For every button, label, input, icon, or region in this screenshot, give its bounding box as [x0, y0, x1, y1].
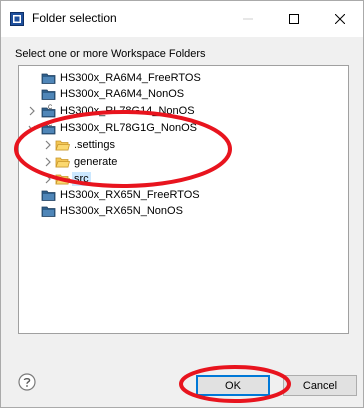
tree-item-label: .settings: [74, 139, 115, 151]
tree-item-label: generate: [74, 156, 118, 168]
minimize-icon: [243, 18, 253, 20]
project-folder-icon: [41, 206, 56, 217]
svg-text:C: C: [48, 122, 53, 128]
folder-selection-dialog: Folder selection Select one or more Work…: [0, 0, 364, 408]
tree-item[interactable]: HS300x_RA6M4_NonOS: [19, 86, 339, 102]
c-project-icon: C: [41, 122, 56, 135]
tree-item-label: src: [72, 172, 91, 186]
tree-item[interactable]: HS300x_RA6M4_FreeRTOS: [19, 70, 339, 86]
svg-text:C: C: [48, 105, 53, 111]
tree-item-label: HS300x_RL78G1G_NonOS: [60, 122, 197, 134]
tree-item[interactable]: HS300x_RX65N_NonOS: [19, 203, 339, 219]
folder-icon: [55, 157, 70, 168]
tree-item[interactable]: src: [19, 171, 339, 187]
close-icon: [335, 14, 345, 24]
title-bar: Folder selection: [1, 1, 363, 37]
workspace-folder-tree[interactable]: HS300x_RA6M4_FreeRTOS HS300x_RA6M4_NonOS…: [18, 65, 349, 334]
minimize-button[interactable]: [225, 1, 271, 37]
folder-selection-app-icon: [10, 12, 24, 26]
project-folder-icon: [41, 190, 56, 201]
window-title: Folder selection: [32, 11, 117, 25]
ok-button[interactable]: OK: [196, 375, 270, 396]
c-project-icon: C: [41, 105, 56, 118]
tree-item-label: HS300x_RA6M4_FreeRTOS: [60, 72, 201, 84]
folder-icon: [55, 174, 70, 185]
chevron-right-icon[interactable]: [27, 104, 37, 118]
project-folder-icon: [41, 73, 56, 84]
tree-item[interactable]: C HS300x_RL78G1G_NonOS: [19, 120, 339, 136]
tree-item[interactable]: .settings: [19, 137, 339, 153]
chevron-down-icon[interactable]: [27, 121, 37, 135]
tree-item[interactable]: C HS300x_RL78G14_NonOS: [19, 103, 339, 119]
maximize-icon: [289, 14, 299, 24]
help-icon[interactable]: [18, 373, 36, 391]
chevron-right-icon[interactable]: [43, 155, 53, 169]
close-button[interactable]: [317, 1, 363, 37]
cancel-button[interactable]: Cancel: [283, 375, 357, 396]
tree-item-label: HS300x_RL78G14_NonOS: [60, 105, 195, 117]
tree-item-label: HS300x_RA6M4_NonOS: [60, 88, 185, 100]
tree-item-label: HS300x_RX65N_FreeRTOS: [60, 189, 200, 201]
tree-item[interactable]: HS300x_RX65N_FreeRTOS: [19, 187, 339, 203]
tree-item[interactable]: generate: [19, 154, 339, 170]
tree-item-label: HS300x_RX65N_NonOS: [60, 205, 183, 217]
maximize-button[interactable]: [271, 1, 317, 37]
folder-icon: [55, 140, 70, 151]
section-label: Select one or more Workspace Folders: [15, 48, 206, 60]
chevron-right-icon[interactable]: [43, 138, 53, 152]
chevron-right-icon[interactable]: [43, 172, 53, 186]
project-folder-icon: [41, 89, 56, 100]
